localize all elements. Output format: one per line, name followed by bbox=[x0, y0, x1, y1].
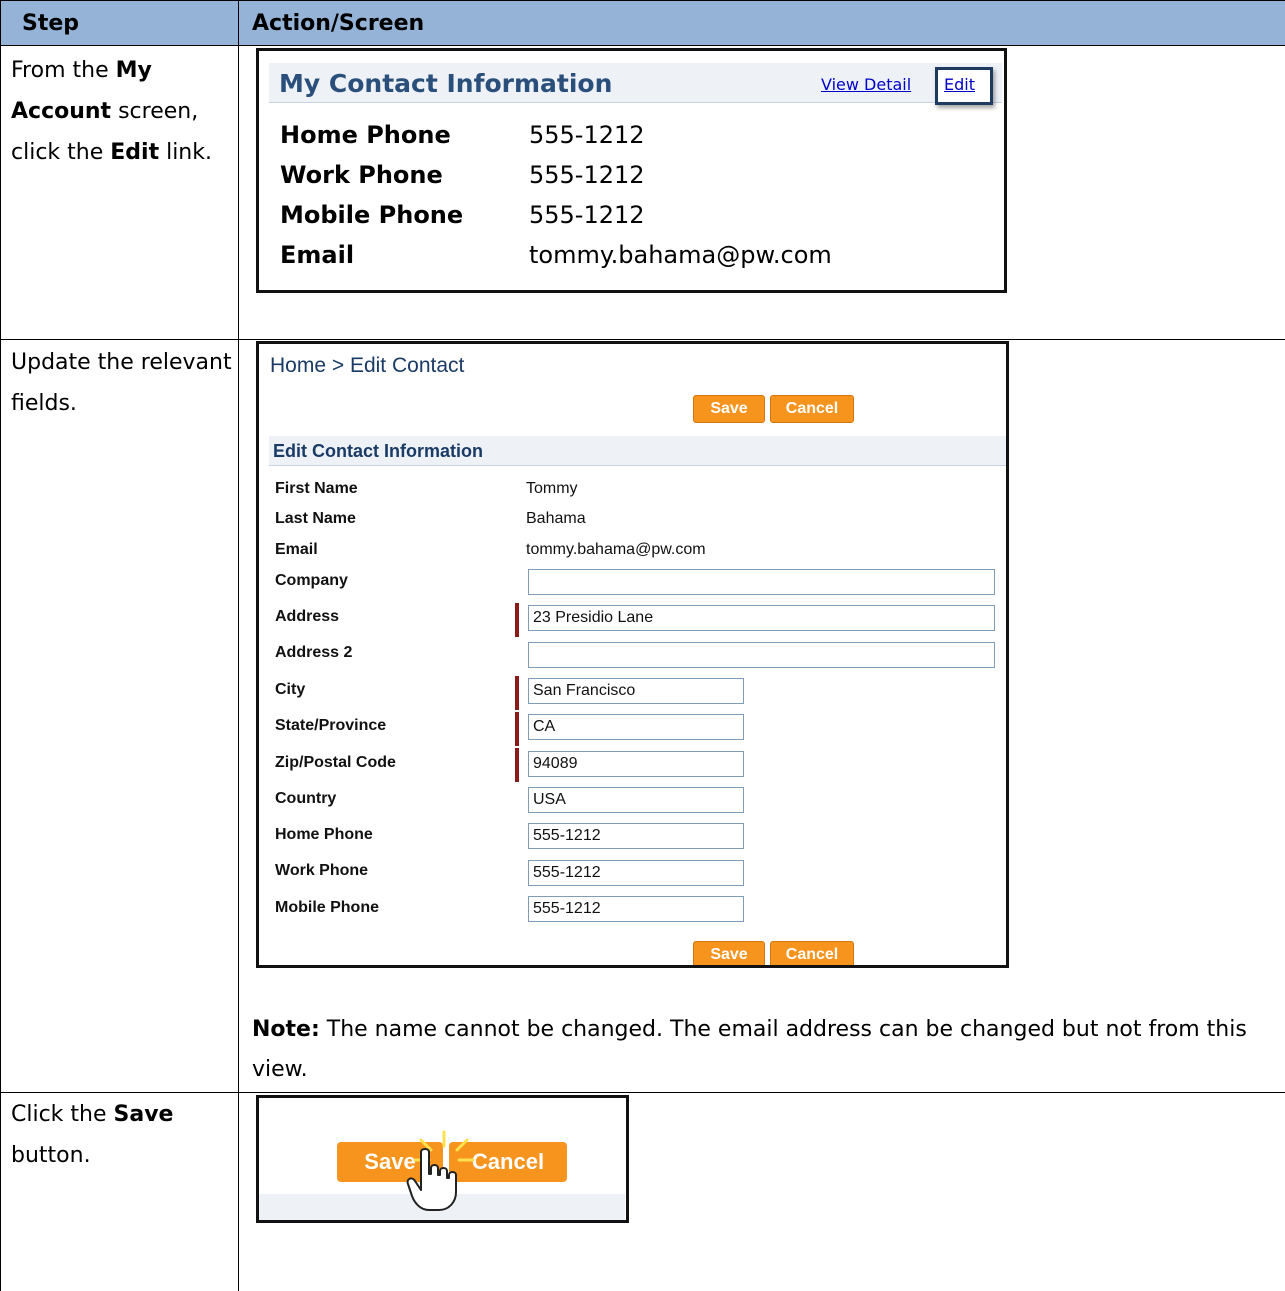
contact-info-title: My Contact Information bbox=[279, 69, 613, 98]
table-left-border bbox=[0, 0, 1, 1291]
last-name-value: Bahama bbox=[526, 510, 586, 527]
work-phone-label: Work Phone bbox=[280, 161, 443, 189]
note-text: Note: The name cannot be changed. The em… bbox=[252, 1017, 1247, 1082]
address-2-input[interactable] bbox=[528, 642, 995, 668]
state-province-input[interactable]: CA bbox=[528, 714, 744, 740]
edit-link[interactable]: Edit bbox=[944, 75, 975, 94]
cancel-button-top[interactable]: Cancel bbox=[770, 395, 854, 423]
step-2-text: Update the relevant fields. bbox=[11, 350, 232, 416]
view-detail-link[interactable]: View Detail bbox=[821, 75, 911, 94]
address-required-marker bbox=[515, 603, 519, 637]
email-value: tommy.bahama@pw.com bbox=[529, 241, 832, 269]
work-phone-value: 555-1212 bbox=[529, 161, 645, 189]
first-name-label: First Name bbox=[275, 480, 358, 497]
city-label: City bbox=[275, 681, 306, 698]
zip-postal-code-input[interactable]: 94089 bbox=[528, 751, 744, 777]
work-phone-input[interactable]: 555-1212 bbox=[528, 860, 744, 886]
row-divider-2 bbox=[0, 1092, 1285, 1093]
header-action-screen: Action/Screen bbox=[252, 11, 425, 36]
company-input[interactable] bbox=[528, 569, 995, 595]
country-label: Country bbox=[275, 790, 337, 807]
city-required-marker bbox=[515, 676, 519, 710]
mobile-phone-input[interactable]: 555-1212 bbox=[528, 896, 744, 922]
cancel-button-bottom[interactable]: Cancel bbox=[770, 941, 854, 965]
instruction-table: Step Action/Screen From the My Account s… bbox=[0, 0, 1285, 1291]
breadcrumb: Home > Edit Contact bbox=[270, 354, 465, 377]
step-1-text: From the My Account screen, click the Ed… bbox=[11, 58, 212, 165]
zip-postal-code-label: Zip/Postal Code bbox=[275, 754, 396, 771]
address-2-label: Address 2 bbox=[275, 644, 353, 661]
table-column-divider bbox=[238, 0, 239, 1291]
mobile-phone-value: 555-1212 bbox=[529, 201, 645, 229]
home-phone-label: Home Phone bbox=[280, 121, 451, 149]
home-phone-label: Home Phone bbox=[275, 826, 373, 843]
save-button-top[interactable]: Save bbox=[693, 395, 765, 423]
edit-contact-screenshot: Home > Edit Contact Save Cancel Edit Con… bbox=[256, 341, 1009, 968]
country-input[interactable]: USA bbox=[528, 787, 744, 813]
save-button-screenshot: Save Cancel bbox=[256, 1095, 629, 1223]
email-label: Email bbox=[280, 241, 355, 269]
city-input[interactable]: San Francisco bbox=[528, 678, 744, 704]
zip-postal-code-required-marker bbox=[515, 748, 519, 782]
save-button-bottom[interactable]: Save bbox=[693, 941, 765, 965]
step-3-text: Click the Save button. bbox=[11, 1102, 174, 1168]
company-label: Company bbox=[275, 572, 348, 589]
address-label: Address bbox=[275, 608, 340, 625]
state-province-label: State/Province bbox=[275, 717, 387, 734]
state-province-required-marker bbox=[515, 712, 519, 746]
hand-pointer-icon bbox=[406, 1148, 457, 1211]
table-header-row: Step Action/Screen bbox=[0, 0, 1285, 46]
home-phone-input[interactable]: 555-1212 bbox=[528, 823, 744, 849]
mobile-phone-label: Mobile Phone bbox=[280, 201, 464, 229]
my-contact-information-screenshot: My Contact Information View Detail Edit … bbox=[256, 48, 1007, 293]
email-value: tommy.bahama@pw.com bbox=[526, 541, 706, 558]
email-label: Email bbox=[275, 541, 318, 558]
row-divider-1 bbox=[0, 339, 1285, 340]
mobile-phone-label: Mobile Phone bbox=[275, 899, 379, 916]
cancel-button-enlarged-label: Cancel bbox=[471, 1149, 545, 1174]
home-phone-value: 555-1212 bbox=[529, 121, 645, 149]
section-title: Edit Contact Information bbox=[273, 441, 483, 461]
address-input[interactable]: 23 Presidio Lane bbox=[528, 605, 995, 631]
work-phone-label: Work Phone bbox=[275, 862, 369, 879]
first-name-value: Tommy bbox=[526, 480, 578, 497]
header-step: Step bbox=[22, 11, 80, 36]
last-name-label: Last Name bbox=[275, 510, 356, 527]
